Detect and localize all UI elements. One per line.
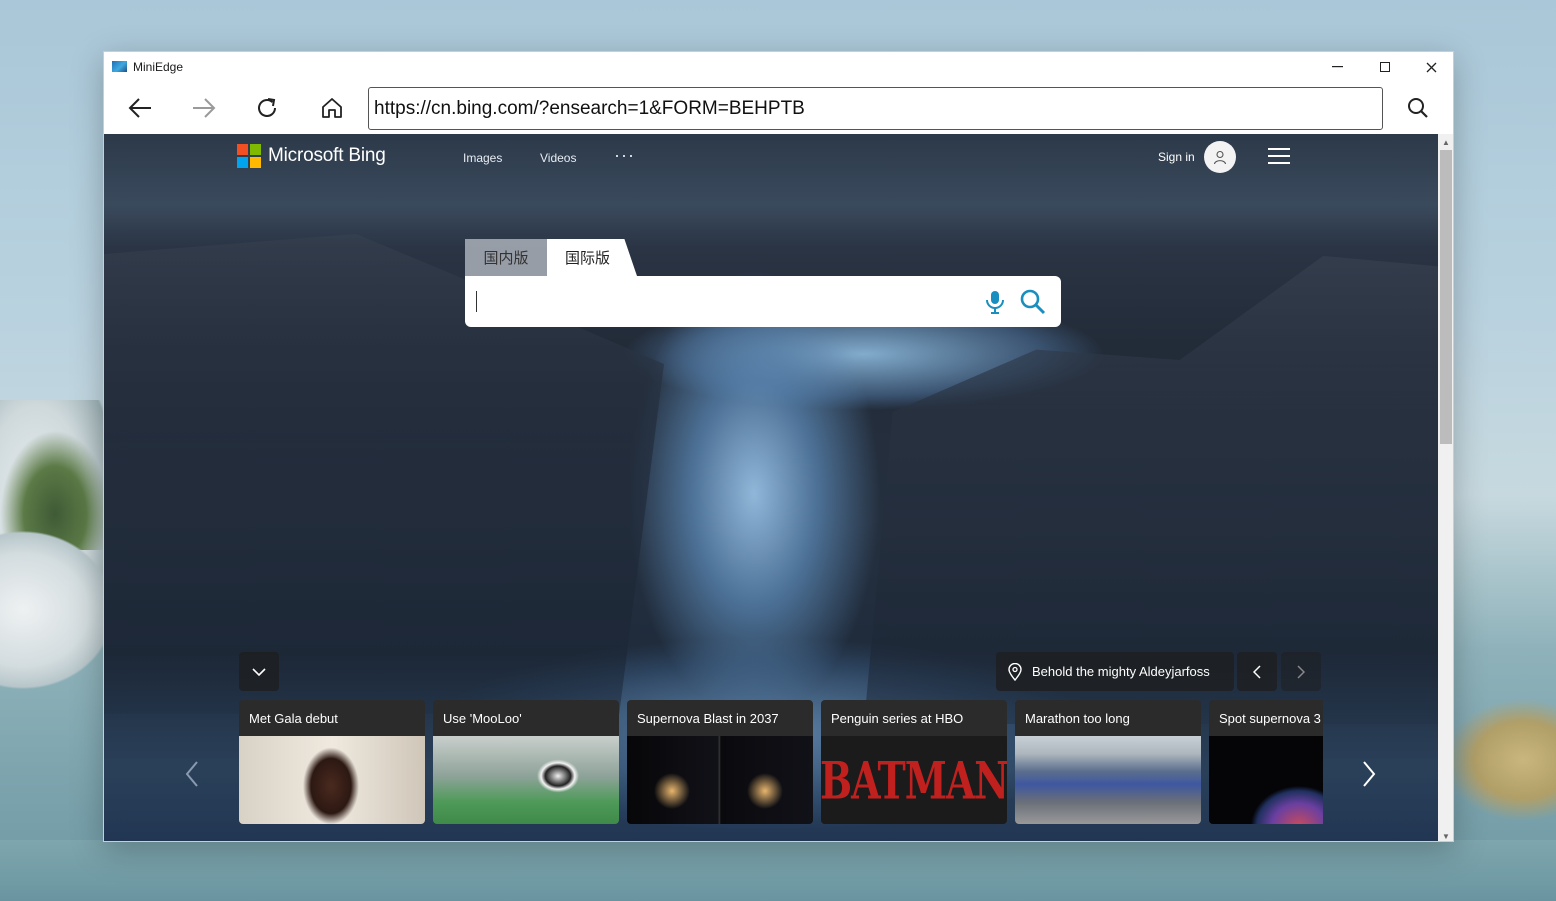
vertical-scrollbar[interactable]: ▲ ▼ xyxy=(1438,134,1453,841)
wallpaper-water xyxy=(0,840,1556,901)
next-image-button[interactable] xyxy=(1281,652,1321,691)
bing-logo[interactable]: Microsoft Bing xyxy=(237,144,386,168)
scroll-up-arrow-icon[interactable]: ▲ xyxy=(1442,138,1450,147)
search-icon xyxy=(1020,289,1046,315)
carousel-prev-button[interactable] xyxy=(177,756,207,792)
voice-search-button[interactable] xyxy=(984,289,1006,320)
tab-international[interactable]: 国际版 xyxy=(547,239,637,276)
carousel-next-button[interactable] xyxy=(1354,756,1384,792)
page-viewport: Microsoft Bing Images Videos ··· Sign in… xyxy=(104,134,1438,841)
minimize-icon xyxy=(1331,66,1343,68)
card-image xyxy=(433,736,619,824)
card-image: BATMAN xyxy=(821,736,1007,824)
scroll-thumb[interactable] xyxy=(1440,150,1452,444)
microsoft-logo-icon xyxy=(237,144,261,168)
home-button[interactable] xyxy=(312,90,352,126)
navigation-bar: https://cn.bing.com/?ensearch=1&FORM=BEH… xyxy=(104,82,1453,134)
location-pin-icon xyxy=(1008,662,1022,681)
hamburger-menu-icon[interactable] xyxy=(1268,148,1290,164)
card-image xyxy=(1015,736,1201,824)
scroll-down-arrow-icon[interactable]: ▼ xyxy=(1442,832,1450,841)
wallpaper-rock xyxy=(0,530,115,690)
sign-in-link[interactable]: Sign in xyxy=(1158,150,1195,164)
more-options-icon[interactable]: ··· xyxy=(614,145,635,166)
nav-images-link[interactable]: Images xyxy=(463,151,502,165)
reload-icon xyxy=(258,98,276,117)
news-card[interactable]: Supernova Blast in 2037 xyxy=(627,700,813,824)
news-carousel: Met Gala debut Use 'MooLoo' Supernova Bl… xyxy=(239,700,1323,824)
chevron-right-icon xyxy=(1297,664,1305,679)
previous-image-button[interactable] xyxy=(1237,652,1277,691)
search-button[interactable] xyxy=(1398,90,1438,126)
card-title: Met Gala debut xyxy=(249,711,338,726)
maximize-icon xyxy=(1380,62,1390,72)
image-info-link[interactable]: Behold the mighty Aldeyjarfoss xyxy=(996,652,1234,691)
card-image xyxy=(627,736,813,824)
back-button[interactable] xyxy=(120,90,160,126)
card-title: Penguin series at HBO xyxy=(831,711,964,726)
card-title: Use 'MooLoo' xyxy=(443,711,522,726)
close-icon xyxy=(1426,62,1436,72)
chevron-right-icon xyxy=(1363,761,1376,787)
card-image xyxy=(239,736,425,824)
chevron-down-icon xyxy=(252,667,266,676)
card-image xyxy=(1209,736,1323,824)
search-icon xyxy=(1408,98,1428,118)
reload-button[interactable] xyxy=(247,90,287,126)
news-card[interactable]: Met Gala debut xyxy=(239,700,425,824)
chevron-left-icon xyxy=(1253,664,1261,679)
browser-window: MiniEdge https://cn.bing.com/?ensearch=1… xyxy=(103,51,1454,842)
window-title: MiniEdge xyxy=(133,60,184,74)
tab-domestic[interactable]: 国内版 xyxy=(465,239,547,276)
news-card[interactable]: Marathon too long xyxy=(1015,700,1201,824)
card-title: Spot supernova 3 xyxy=(1219,711,1321,726)
microphone-icon xyxy=(986,291,1004,314)
logo-text: Microsoft Bing xyxy=(268,145,386,166)
text-caret xyxy=(476,291,477,312)
avatar[interactable] xyxy=(1204,141,1236,173)
user-icon xyxy=(1213,150,1227,165)
home-icon xyxy=(322,98,342,118)
app-logo-icon xyxy=(112,61,127,72)
search-submit-button[interactable] xyxy=(1019,288,1047,321)
forward-arrow-icon xyxy=(193,98,216,118)
close-button[interactable] xyxy=(1408,52,1453,82)
search-input[interactable] xyxy=(465,276,1061,327)
address-bar[interactable]: https://cn.bing.com/?ensearch=1&FORM=BEH… xyxy=(368,87,1383,130)
batman-logo-text: BATMAN xyxy=(821,749,1007,811)
news-card[interactable]: Use 'MooLoo' xyxy=(433,700,619,824)
card-title: Marathon too long xyxy=(1025,711,1130,726)
forward-button[interactable] xyxy=(184,90,224,126)
maximize-button[interactable] xyxy=(1362,52,1408,82)
news-card[interactable]: Penguin series at HBO BATMAN xyxy=(821,700,1007,824)
chevron-left-icon xyxy=(185,761,198,787)
card-title: Supernova Blast in 2037 xyxy=(637,711,779,726)
collapse-button[interactable] xyxy=(239,652,279,691)
back-arrow-icon xyxy=(128,98,151,118)
nav-videos-link[interactable]: Videos xyxy=(540,151,576,165)
image-info-text: Behold the mighty Aldeyjarfoss xyxy=(1032,664,1210,679)
minimize-button[interactable] xyxy=(1314,52,1360,82)
title-bar: MiniEdge xyxy=(104,52,1453,82)
news-card[interactable]: Spot supernova 3 xyxy=(1209,700,1323,824)
wallpaper-grass xyxy=(1446,700,1556,820)
